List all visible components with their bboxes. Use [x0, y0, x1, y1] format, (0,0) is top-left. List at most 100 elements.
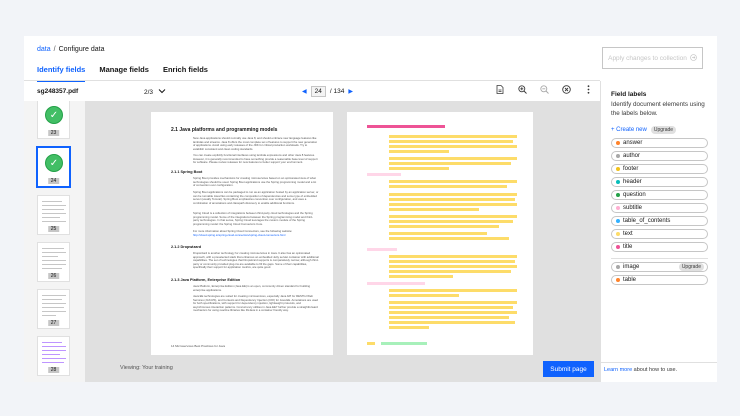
label-footer[interactable]: footer: [611, 164, 708, 174]
page-select-dropdown[interactable]: 2/3: [144, 88, 166, 96]
label-name: table: [623, 277, 637, 283]
text-highlight[interactable]: [389, 198, 515, 201]
document-viewer: 2.1 Java platforms and programming model…: [85, 101, 600, 382]
paragraph: Spring Cloud is a collection of integrat…: [193, 211, 313, 226]
text-highlight[interactable]: [389, 220, 513, 223]
text-highlight[interactable]: [389, 316, 509, 319]
create-new-label-link[interactable]: + Create new: [611, 127, 647, 133]
subtitle-highlight[interactable]: [367, 248, 397, 251]
label-color-dot: [616, 232, 620, 236]
document-page: 2.1 Java platforms and programming model…: [151, 112, 333, 355]
text-highlight[interactable]: [389, 321, 515, 324]
label-color-dot: [616, 154, 620, 158]
label-name: image: [623, 264, 640, 270]
label-name: subtitle: [623, 205, 643, 211]
label-table[interactable]: table: [611, 275, 708, 285]
breadcrumb-current: Configure data: [58, 46, 105, 53]
text-highlight[interactable]: [389, 289, 517, 292]
label-subtitle[interactable]: subtitle: [611, 203, 708, 213]
viewer-tools: [494, 85, 594, 96]
checkmark-icon: ✓: [45, 106, 63, 124]
text-highlight[interactable]: [389, 237, 509, 240]
text-highlight[interactable]: [389, 255, 517, 258]
learn-more-link[interactable]: Learn more: [604, 367, 632, 373]
zoom-out-icon[interactable]: [538, 85, 550, 96]
text-highlight[interactable]: [389, 162, 511, 165]
file-name: sg248357.pdf: [37, 88, 79, 95]
text-highlight[interactable]: [389, 150, 449, 153]
submit-page-button[interactable]: Submit page: [543, 361, 594, 377]
subtitle-highlight[interactable]: [367, 282, 425, 285]
total-pages: / 134: [329, 88, 345, 95]
title-highlight[interactable]: [367, 125, 445, 128]
text-highlight[interactable]: [389, 193, 517, 196]
text-highlight[interactable]: [389, 232, 487, 235]
thumbnail-strip: ✓ 23 ✓ 24 25 26 27 28: [24, 101, 85, 382]
text-highlight[interactable]: [389, 294, 459, 297]
text-highlight[interactable]: [389, 140, 513, 143]
text-highlight[interactable]: [389, 203, 517, 206]
label-author[interactable]: author: [611, 151, 708, 161]
page-thumbnail[interactable]: 26: [37, 242, 70, 282]
apply-changes-button[interactable]: Apply changes to collection: [602, 47, 703, 69]
label-color-dot: [616, 219, 620, 223]
previous-page-icon[interactable]: ◀: [302, 88, 307, 95]
footer-highlight[interactable]: [381, 342, 427, 345]
document-toolbar: sg248357.pdf 2/3 ◀ 24 / 134 ▶: [24, 83, 600, 99]
text-highlight[interactable]: [389, 215, 517, 218]
text-highlight[interactable]: [389, 265, 517, 268]
label-name: header: [623, 179, 642, 185]
page-thumbnail[interactable]: ✓ 23: [37, 101, 70, 139]
close-circle-icon[interactable]: [560, 85, 572, 96]
label-image[interactable]: image Upgrade: [611, 262, 708, 272]
thumbnail-page-number: 28: [47, 367, 60, 373]
label-color-dot: [616, 180, 620, 184]
text-highlight[interactable]: [389, 260, 515, 263]
label-title[interactable]: title: [611, 242, 708, 252]
text-highlight[interactable]: [389, 311, 517, 314]
text-highlight[interactable]: [389, 157, 517, 160]
label-header[interactable]: header: [611, 177, 708, 187]
text-highlight[interactable]: [389, 180, 517, 183]
label-name: title: [623, 244, 633, 250]
page-thumbnail[interactable]: 27: [37, 289, 70, 329]
document-icon[interactable]: [494, 85, 506, 96]
label-answer[interactable]: answer: [611, 138, 708, 148]
text-highlight[interactable]: [389, 135, 517, 138]
panel-divider: [611, 258, 708, 259]
text-highlight[interactable]: [389, 225, 499, 228]
text-highlight[interactable]: [389, 326, 429, 329]
viewing-status: Viewing: Your training: [120, 365, 173, 371]
thumbnail-page-number: 26: [47, 273, 60, 279]
label-color-dot: [616, 206, 620, 210]
learn-more-text: about how to use.: [632, 367, 678, 373]
text-highlight[interactable]: [389, 275, 453, 278]
panel-footer-divider: [601, 362, 717, 363]
subtitle-highlight[interactable]: [367, 173, 401, 176]
breadcrumb-root-link[interactable]: data: [37, 46, 51, 53]
text-highlight[interactable]: [389, 208, 479, 211]
paragraph: Dropwizard is another technology for cre…: [193, 251, 319, 269]
overflow-menu-icon[interactable]: [582, 85, 594, 96]
page-thumbnail[interactable]: 25: [37, 195, 70, 235]
breadcrumb: data / Configure data: [37, 46, 105, 53]
text-highlight[interactable]: [389, 270, 511, 273]
current-page-input[interactable]: 24: [310, 86, 326, 97]
field-labels-panel: Field labels Identify document elements …: [600, 81, 717, 382]
section-heading: 2.1.1 Spring Boot: [171, 170, 203, 174]
page-thumbnail[interactable]: 28: [37, 336, 70, 376]
label-table-of-contents[interactable]: table_of_contents: [611, 216, 708, 226]
page-thumbnail-selected[interactable]: ✓ 24: [36, 146, 71, 188]
text-highlight[interactable]: [389, 306, 513, 309]
next-page-icon[interactable]: ▶: [348, 88, 353, 95]
text-highlight[interactable]: [389, 301, 517, 304]
zoom-in-icon[interactable]: [516, 85, 528, 96]
section-heading: 2.1.3 Java Platform, Enterprise Edition: [171, 278, 241, 282]
label-question[interactable]: question: [611, 190, 708, 200]
text-highlight[interactable]: [389, 145, 517, 148]
label-text[interactable]: text: [611, 229, 708, 239]
label-name: question: [623, 192, 646, 198]
text-highlight[interactable]: [389, 185, 507, 188]
footer-highlight[interactable]: [367, 342, 375, 345]
text-highlight[interactable]: [389, 167, 449, 170]
